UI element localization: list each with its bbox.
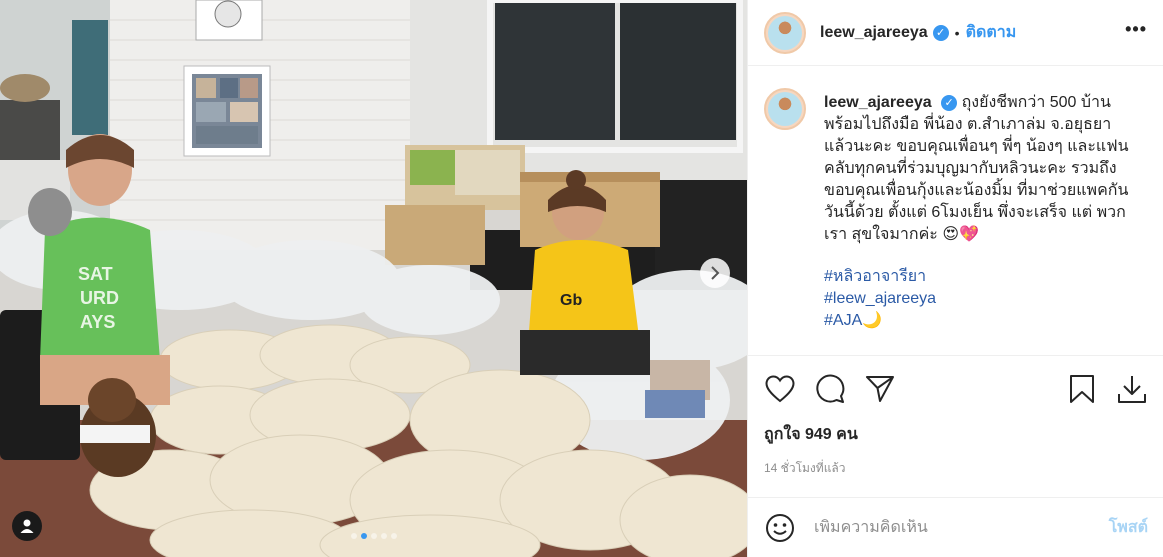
carousel-dot xyxy=(380,533,387,539)
action-bar: ถูกใจ 949 คน 14 ชั่วโมงที่แล้ว xyxy=(748,355,1163,478)
heart-icon xyxy=(765,375,795,403)
hashtag-link[interactable]: #หลิวอาจารียา xyxy=(824,266,1138,288)
caption-section: leew_ajareeya ✓ ถุงยังชีพกว่า 500 บ้าน พ… xyxy=(748,66,1163,354)
carousel-dot xyxy=(390,533,397,539)
instagram-post: SAT URD AYS Gb leew_ajareeya ✓ • ติดตาม … xyxy=(0,0,1163,557)
post-comment-button[interactable]: โพสต์ xyxy=(1109,515,1148,540)
caption-username[interactable]: leew_ajareeya xyxy=(824,94,932,111)
verified-badge-icon: ✓ xyxy=(941,94,958,111)
svg-text:AYS: AYS xyxy=(80,312,115,332)
comment-bubble-icon xyxy=(816,374,845,403)
comment-button[interactable] xyxy=(814,373,846,405)
follow-button[interactable]: ติดตาม xyxy=(966,20,1017,45)
user-tag-icon xyxy=(20,519,34,533)
caption: leew_ajareeya ✓ ถุงยังชีพกว่า 500 บ้าน พ… xyxy=(824,92,1138,354)
bookmark-icon xyxy=(1070,375,1094,403)
avatar[interactable] xyxy=(764,11,806,54)
hashtag-list: #หลิวอาจารียา #leew_ajareeya #AJA🌙 xyxy=(824,266,1138,332)
caption-text: ถุงยังชีพกว่า 500 บ้าน พร้อมไปถึงมือ พี่… xyxy=(824,94,1129,243)
caption-avatar[interactable] xyxy=(764,88,806,130)
next-photo-button[interactable] xyxy=(700,258,730,288)
action-icons xyxy=(764,374,1148,404)
svg-text:Gb: Gb xyxy=(560,292,582,309)
post-timestamp[interactable]: 14 ชั่วโมงที่แล้ว xyxy=(764,459,1148,478)
comment-composer: โพสต์ xyxy=(748,497,1163,557)
download-button[interactable] xyxy=(1116,373,1148,405)
like-button[interactable] xyxy=(764,373,796,405)
comment-input[interactable] xyxy=(814,518,1099,537)
carousel-dot-active xyxy=(360,533,367,539)
post-header: leew_ajareeya ✓ • ติดตาม ••• xyxy=(748,0,1163,66)
post-side-panel: leew_ajareeya ✓ • ติดตาม ••• leew_ajaree… xyxy=(747,0,1163,557)
paper-plane-icon xyxy=(866,376,894,402)
chevron-right-icon xyxy=(711,266,720,280)
more-options-icon[interactable]: ••• xyxy=(1125,19,1147,46)
download-icon xyxy=(1118,376,1146,403)
save-button[interactable] xyxy=(1066,373,1098,405)
svg-text:SAT: SAT xyxy=(78,264,113,284)
share-button[interactable] xyxy=(864,373,896,405)
carousel-dot xyxy=(370,533,377,539)
svg-text:URD: URD xyxy=(80,288,119,308)
likes-count[interactable]: ถูกใจ 949 คน xyxy=(764,422,1148,447)
verified-badge-icon: ✓ xyxy=(932,24,949,41)
carousel-indicator xyxy=(0,533,747,539)
hashtag-link[interactable]: #AJA🌙 xyxy=(824,310,1138,332)
header-username[interactable]: leew_ajareeya xyxy=(820,24,928,42)
post-photo[interactable]: SAT URD AYS Gb xyxy=(0,0,747,557)
smiley-icon xyxy=(766,513,794,542)
hashtag-link[interactable]: #leew_ajareeya xyxy=(824,288,1138,310)
emoji-button[interactable] xyxy=(764,512,796,544)
carousel-dot xyxy=(350,533,357,539)
separator-dot: • xyxy=(954,24,960,41)
photo-illustration: SAT URD AYS Gb xyxy=(0,0,747,557)
